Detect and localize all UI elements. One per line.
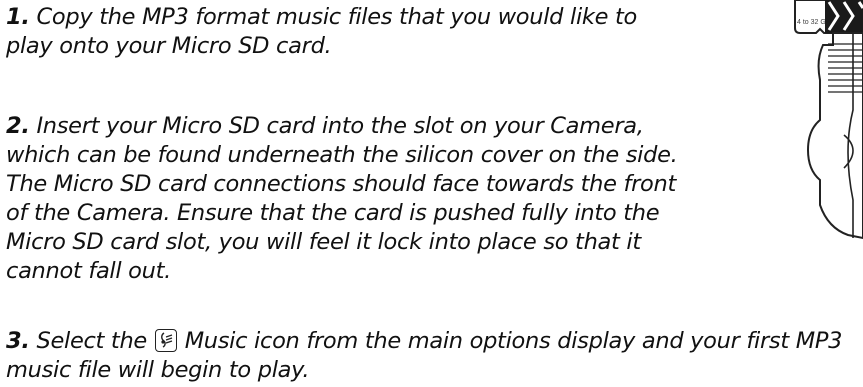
step-3-number: 3. <box>6 328 30 354</box>
music-note-icon <box>154 329 177 352</box>
step-1: 1. Copy the MP3 format music files that … <box>6 3 646 61</box>
step-2-text: Insert your Micro SD card into the slot … <box>6 113 678 284</box>
camera-body <box>806 32 863 240</box>
step-2: 2. Insert your Micro SD card into the sl… <box>6 112 696 286</box>
step-3-text-before-icon: Select the <box>36 328 147 354</box>
step-1-text: Copy the MP3 format music files that you… <box>6 4 638 59</box>
step-1-number: 1. <box>6 4 30 30</box>
step-3: 3. Select the Music icon from the main o… <box>6 327 863 385</box>
camera-sd-card-illustration: 4 to 32 GB <box>794 0 863 240</box>
step-2-number: 2. <box>6 113 30 139</box>
insert-direction-arrows <box>825 0 863 33</box>
